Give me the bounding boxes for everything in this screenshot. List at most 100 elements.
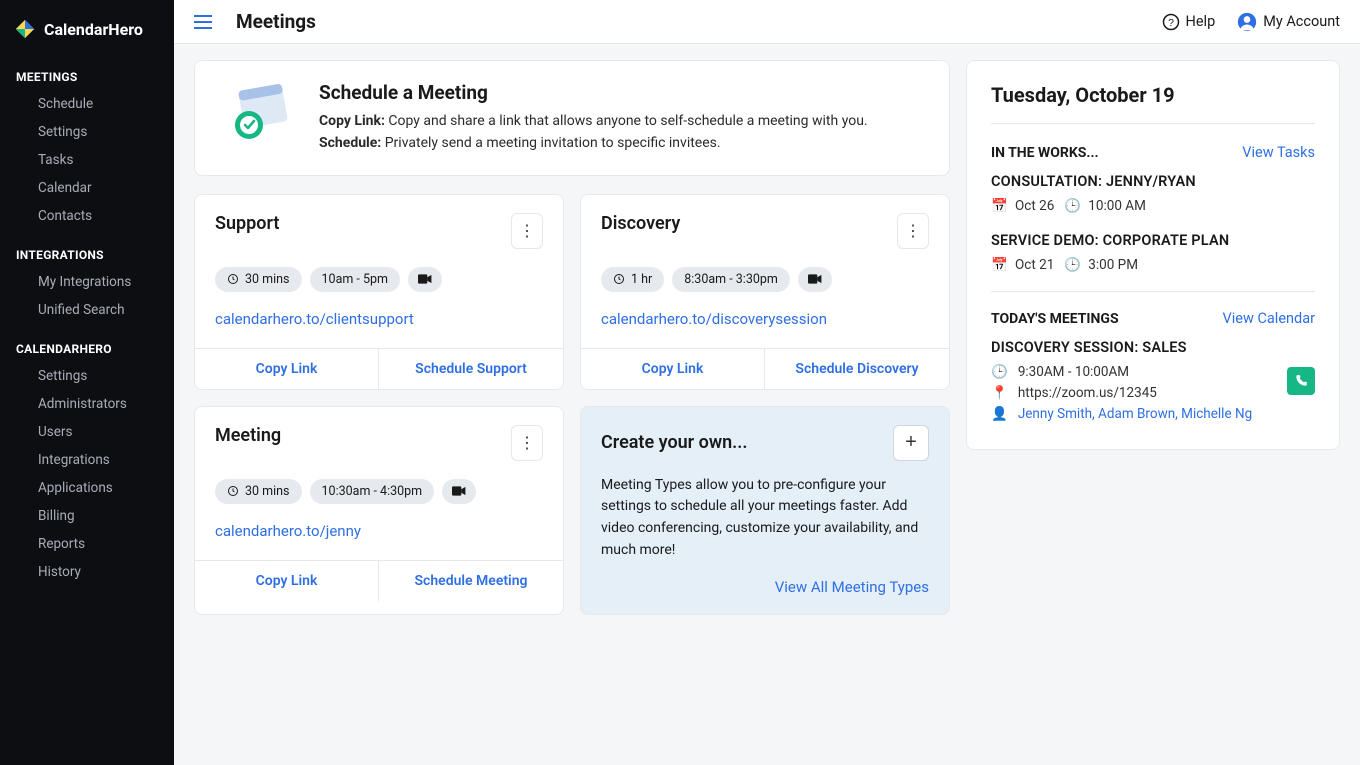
event-time: 3:00 PM <box>1088 257 1138 273</box>
sidebar-item-applications[interactable]: Applications <box>0 474 174 502</box>
location-icon: 📍 <box>991 385 1008 401</box>
sidebar-item-users[interactable]: Users <box>0 418 174 446</box>
hero-title: Schedule a Meeting <box>319 81 868 104</box>
booking-link[interactable]: calendarhero.to/jenny <box>195 510 563 560</box>
sidebar-item-calendar[interactable]: Calendar <box>0 174 174 202</box>
video-badge <box>408 267 442 292</box>
clock-icon <box>227 273 239 285</box>
left-column: Schedule a Meeting Copy Link: Copy and s… <box>194 60 950 615</box>
schedule-button[interactable]: Schedule Discovery <box>765 349 949 389</box>
card-title: Discovery <box>601 213 680 234</box>
sidebar-item-billing[interactable]: Billing <box>0 502 174 530</box>
help-label: Help <box>1186 13 1216 30</box>
sidebar-item-unified-search[interactable]: Unified Search <box>0 296 174 324</box>
nav-group-meetings: MEETINGS Schedule Settings Tasks Calenda… <box>0 58 174 236</box>
duration-badge: 30 mins <box>215 267 302 292</box>
clock-icon: 🕒 <box>1064 198 1078 214</box>
pending-event: SERVICE DEMO: CORPORATE PLAN 📅 Oct 21 🕒 … <box>991 232 1315 273</box>
schedule-panel: Tuesday, October 19 IN THE WORKS... View… <box>966 60 1340 450</box>
booking-link[interactable]: calendarhero.to/discoverysession <box>581 298 949 348</box>
event-title: SERVICE DEMO: CORPORATE PLAN <box>991 232 1315 249</box>
person-icon: 👤 <box>991 406 1008 422</box>
in-the-works-title: IN THE WORKS... <box>991 145 1099 161</box>
nav-group-calendarhero: CALENDARHERO Settings Administrators Use… <box>0 330 174 592</box>
video-icon <box>418 274 432 284</box>
schedule-button[interactable]: Schedule Meeting <box>379 561 563 601</box>
sidebar-item-administrators[interactable]: Administrators <box>0 390 174 418</box>
copy-link-button[interactable]: Copy Link <box>581 349 765 389</box>
card-menu-button[interactable]: ⋮ <box>511 425 543 461</box>
create-description: Meeting Types allow you to pre-configure… <box>601 475 929 562</box>
hours-badge: 10am - 5pm <box>310 267 400 292</box>
sidebar-item-ch-integrations[interactable]: Integrations <box>0 446 174 474</box>
card-menu-button[interactable]: ⋮ <box>897 213 929 249</box>
event-title: CONSULTATION: JENNY/RYAN <box>991 173 1315 190</box>
event-date: Oct 21 <box>1015 257 1054 273</box>
meeting-card-discovery: Discovery ⋮ 1 hr 8:30am - 3:30pm <box>580 194 950 390</box>
create-title: Create your own... <box>601 432 748 453</box>
sidebar-item-reports[interactable]: Reports <box>0 530 174 558</box>
pending-event: CONSULTATION: JENNY/RYAN 📅 Oct 26 🕒 10:0… <box>991 173 1315 214</box>
clock-icon: 🕒 <box>1064 257 1078 273</box>
create-button[interactable]: + <box>893 425 929 461</box>
copy-link-button[interactable]: Copy Link <box>195 561 379 601</box>
card-menu-button[interactable]: ⋮ <box>511 213 543 249</box>
booking-link[interactable]: calendarhero.to/clientsupport <box>195 298 563 348</box>
sidebar-item-ch-settings[interactable]: Settings <box>0 362 174 390</box>
hamburger-icon[interactable] <box>194 15 212 29</box>
card-title: Meeting <box>215 425 281 446</box>
view-all-meeting-types-link[interactable]: View All Meeting Types <box>601 562 929 596</box>
hero-line-copy: Copy Link: Copy and share a link that al… <box>319 110 868 132</box>
view-tasks-link[interactable]: View Tasks <box>1242 144 1315 161</box>
user-icon <box>1237 12 1257 32</box>
event-date: Oct 26 <box>1015 198 1054 214</box>
sidebar-item-tasks[interactable]: Tasks <box>0 146 174 174</box>
meeting-time: 9:30AM - 10:00AM <box>1018 364 1129 380</box>
schedule-button[interactable]: Schedule Support <box>379 349 563 389</box>
hours-badge: 8:30am - 3:30pm <box>672 267 790 292</box>
todays-meeting: DISCOVERY SESSION: SALES 🕒 9:30AM - 10:0… <box>991 339 1315 422</box>
calendar-icon: 📅 <box>991 198 1005 214</box>
sidebar-item-contacts[interactable]: Contacts <box>0 202 174 230</box>
video-badge <box>798 267 832 292</box>
nav-group-title: INTEGRATIONS <box>0 242 174 268</box>
phone-icon <box>1294 374 1308 388</box>
call-button[interactable] <box>1287 367 1315 395</box>
meeting-cards-grid: Support ⋮ 30 mins 10am - 5pm <box>194 194 950 615</box>
meeting-title: DISCOVERY SESSION: SALES <box>991 339 1315 356</box>
page-title: Meetings <box>236 10 316 33</box>
card-title: Support <box>215 213 279 234</box>
sidebar-item-schedule[interactable]: Schedule <box>0 90 174 118</box>
clock-icon <box>613 273 625 285</box>
create-meeting-type-card: Create your own... + Meeting Types allow… <box>580 406 950 615</box>
view-calendar-link[interactable]: View Calendar <box>1223 310 1315 327</box>
nav-group-title: CALENDARHERO <box>0 336 174 362</box>
video-badge <box>442 479 476 504</box>
video-icon <box>808 274 822 284</box>
nav-group-integrations: INTEGRATIONS My Integrations Unified Sea… <box>0 236 174 330</box>
app-logo[interactable]: CalendarHero <box>0 10 174 58</box>
account-label: My Account <box>1263 13 1340 30</box>
logo-icon <box>14 18 36 40</box>
app-name: CalendarHero <box>44 20 143 39</box>
meeting-card-support: Support ⋮ 30 mins 10am - 5pm <box>194 194 564 390</box>
help-icon: ? <box>1162 13 1180 31</box>
content: Schedule a Meeting Copy Link: Copy and s… <box>174 44 1360 631</box>
calendar-illustration <box>219 81 299 151</box>
meeting-attendees[interactable]: Jenny Smith, Adam Brown, Michelle Ng <box>1018 406 1252 422</box>
help-link[interactable]: ? Help <box>1162 13 1216 31</box>
copy-link-button[interactable]: Copy Link <box>195 349 379 389</box>
clock-icon: 🕒 <box>991 364 1008 380</box>
sidebar: CalendarHero MEETINGS Schedule Settings … <box>0 0 174 765</box>
sidebar-item-settings[interactable]: Settings <box>0 118 174 146</box>
main: Meetings ? Help My Account <box>174 0 1360 765</box>
sidebar-item-history[interactable]: History <box>0 558 174 586</box>
schedule-hero-card: Schedule a Meeting Copy Link: Copy and s… <box>194 60 950 176</box>
hours-badge: 10:30am - 4:30pm <box>310 479 435 504</box>
duration-badge: 30 mins <box>215 479 302 504</box>
account-link[interactable]: My Account <box>1237 12 1340 32</box>
sidebar-item-my-integrations[interactable]: My Integrations <box>0 268 174 296</box>
meeting-location: https://zoom.us/12345 <box>1018 385 1157 401</box>
todays-meetings-title: TODAY'S MEETINGS <box>991 311 1119 327</box>
right-column: Tuesday, October 19 IN THE WORKS... View… <box>966 60 1340 615</box>
